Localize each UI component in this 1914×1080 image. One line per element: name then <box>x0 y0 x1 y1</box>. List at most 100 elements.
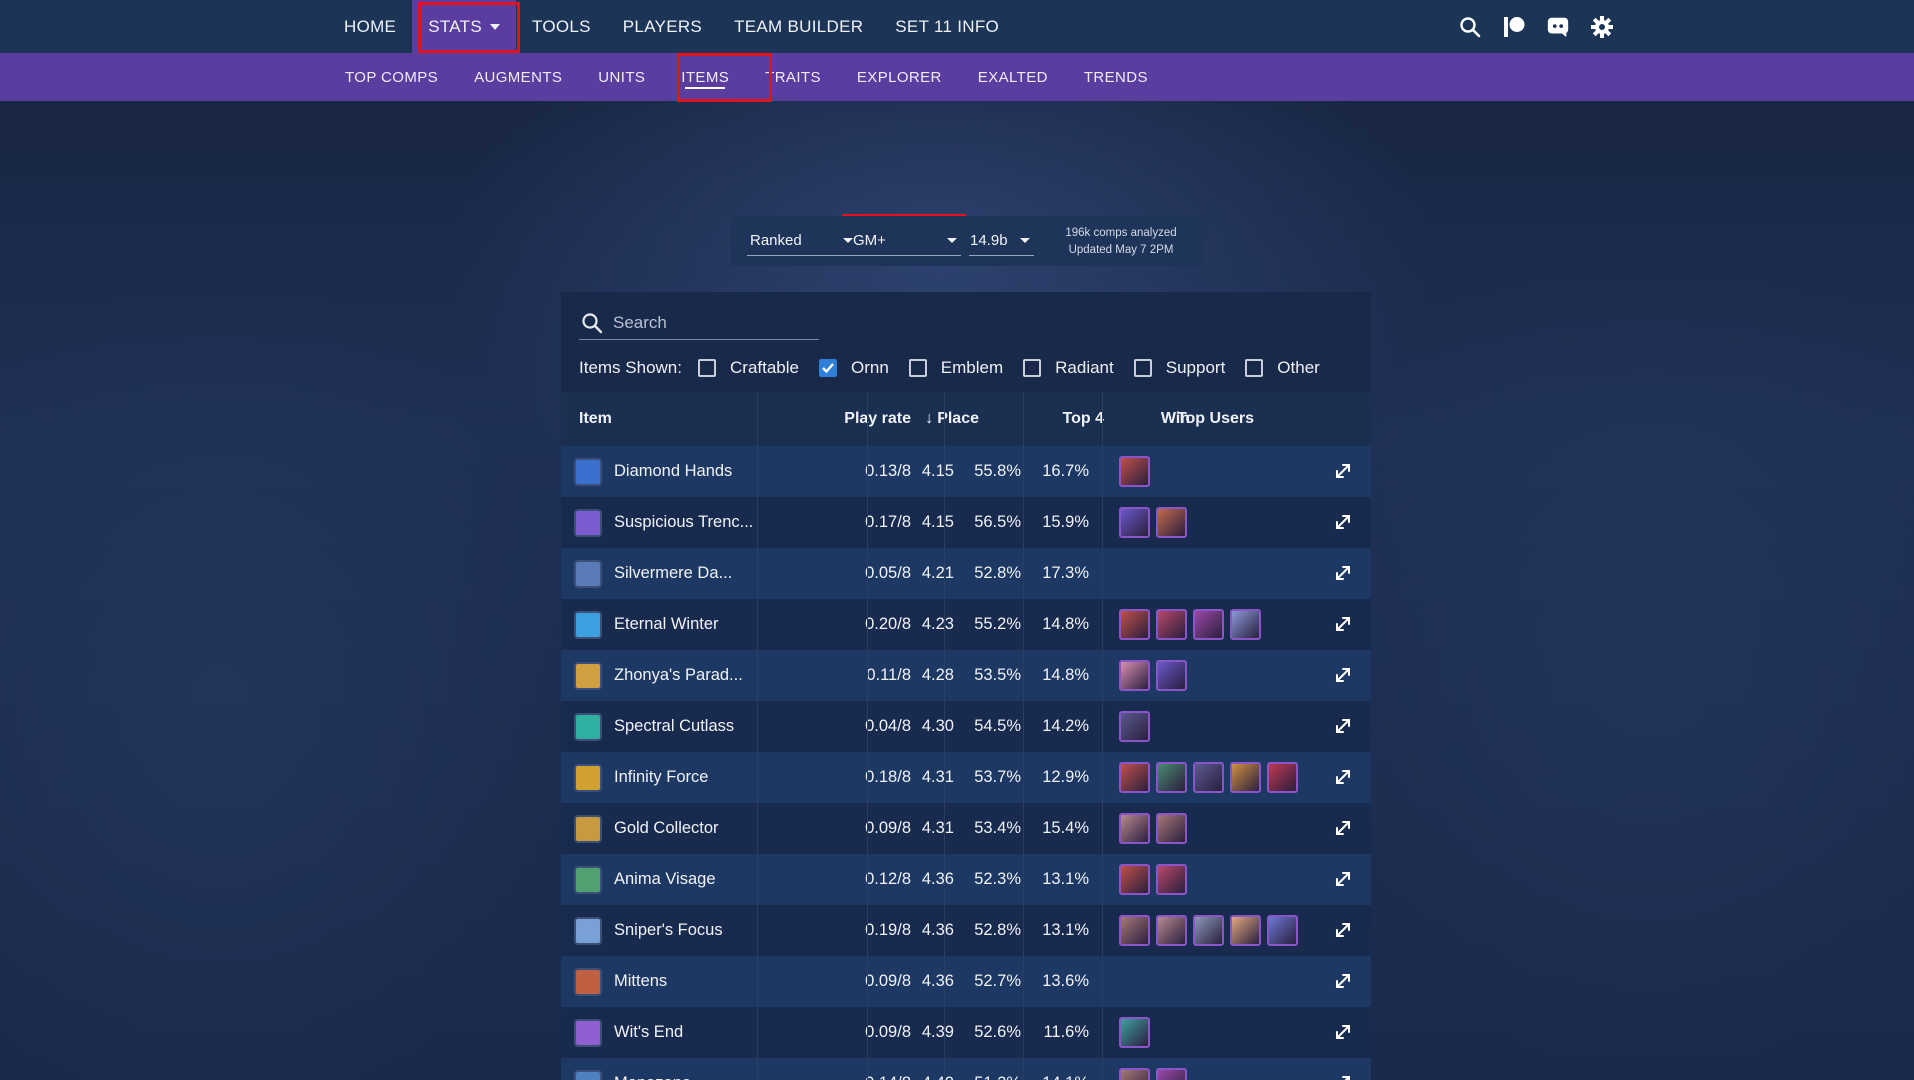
queue-select[interactable]: Ranked <box>747 226 857 256</box>
top4-rate: 55.8% <box>974 462 1021 480</box>
checkbox[interactable] <box>698 359 716 377</box>
champion-icon[interactable] <box>1119 711 1150 742</box>
expand-icon[interactable] <box>1333 716 1353 736</box>
filter-support[interactable]: Support <box>1133 358 1225 378</box>
champion-icon[interactable] <box>1156 915 1187 946</box>
table-row[interactable]: Manazane0.14/84.4051.2%14.1% <box>561 1058 1371 1080</box>
champion-icon[interactable] <box>1193 609 1224 640</box>
champion-icon[interactable] <box>1267 762 1298 793</box>
top4-rate: 52.8% <box>974 564 1021 582</box>
nav-item-set-11-info[interactable]: SET 11 INFO <box>879 0 1015 53</box>
discord-icon[interactable] <box>1546 15 1570 39</box>
champion-icon[interactable] <box>1119 915 1150 946</box>
champion-icon[interactable] <box>1156 660 1187 691</box>
subnav-item-explorer[interactable]: EXPLORER <box>839 53 960 101</box>
filter-emblem[interactable]: Emblem <box>908 358 1003 378</box>
champion-icon[interactable] <box>1156 813 1187 844</box>
champion-icon[interactable] <box>1230 762 1261 793</box>
champion-icon[interactable] <box>1119 1017 1150 1048</box>
column-divider <box>1023 392 1024 1080</box>
champion-icon[interactable] <box>1119 864 1150 895</box>
table-row[interactable]: Silvermere Da... 0.05/8 4.21 52.8% 17.3% <box>561 548 1371 599</box>
expand-icon[interactable] <box>1333 512 1353 532</box>
patch-select[interactable]: 14.9b <box>969 226 1034 256</box>
settings-gear-icon[interactable] <box>1590 15 1614 39</box>
search-input[interactable] <box>613 310 813 336</box>
expand-icon[interactable] <box>1333 1022 1353 1042</box>
col-place[interactable]: ↓ Place <box>867 392 989 446</box>
champion-icon[interactable] <box>1156 762 1187 793</box>
checkbox[interactable] <box>1133 359 1152 377</box>
nav-item-players[interactable]: PLAYERS <box>607 0 718 53</box>
champion-icon[interactable] <box>1119 660 1150 691</box>
champion-icon[interactable] <box>1119 813 1150 844</box>
expand-icon[interactable] <box>1333 563 1353 583</box>
item-name: Eternal Winter <box>614 615 719 633</box>
filter-craftable[interactable]: Craftable <box>698 358 799 378</box>
expand-icon[interactable] <box>1333 665 1353 685</box>
table-row[interactable]: Wit's End 0.09/8 4.39 52.6% 11.6% <box>561 1007 1371 1058</box>
champion-icon[interactable] <box>1156 507 1187 538</box>
subnav-item-items[interactable]: ITEMS <box>663 53 747 101</box>
nav-item-label: SET 11 INFO <box>895 16 1000 36</box>
avg-place: 4.15 <box>921 513 954 531</box>
subnav-item-trends[interactable]: TRENDS <box>1066 53 1166 101</box>
patreon-icon[interactable] <box>1502 15 1526 39</box>
expand-icon[interactable] <box>1333 614 1353 634</box>
item-name: Wit's End <box>614 1023 684 1041</box>
champion-icon[interactable] <box>1193 762 1224 793</box>
checkbox[interactable] <box>908 359 927 377</box>
col-item[interactable]: Item <box>579 392 612 446</box>
item-cell: Eternal Winter <box>574 599 759 650</box>
champion-icon[interactable] <box>1193 915 1224 946</box>
expand-icon[interactable] <box>1333 1073 1353 1080</box>
filter-radiant[interactable]: Radiant <box>1023 358 1114 378</box>
expand-icon[interactable] <box>1333 869 1353 889</box>
nav-item-stats[interactable]: STATS <box>412 0 516 53</box>
checkbox-checked[interactable] <box>818 359 837 377</box>
table-row[interactable]: Eternal Winter 0.20/8 4.23 55.2% 14.8% <box>561 599 1371 650</box>
table-row[interactable]: Suspicious Trenc... 0.17/8 4.15 56.5% 15.9% <box>561 497 1371 548</box>
champion-icon[interactable] <box>1267 915 1298 946</box>
nav-item-home[interactable]: HOME <box>328 0 412 53</box>
nav-item-tools[interactable]: TOOLS <box>516 0 607 53</box>
rank-select[interactable]: GM+ <box>851 226 961 256</box>
table-row[interactable]: Sniper's Focus 0.19/8 4.36 52.8% 13.1% <box>561 905 1371 956</box>
search-icon[interactable] <box>1458 15 1482 39</box>
champion-icon[interactable] <box>1156 864 1187 895</box>
table-row[interactable]: Infinity Force 0.18/8 4.31 53.7% 12.9% <box>561 752 1371 803</box>
expand-icon[interactable] <box>1333 818 1353 838</box>
table-row[interactable]: Gold Collector 0.09/8 4.31 53.4% 15.4% <box>561 803 1371 854</box>
subnav-item-top-comps[interactable]: TOP COMPS <box>327 53 456 101</box>
table-row[interactable]: Zhonya's Parad... 0.11/8 4.28 53.5% 14.8% <box>561 650 1371 701</box>
champion-icon[interactable] <box>1119 507 1150 538</box>
champion-icon[interactable] <box>1119 1068 1150 1080</box>
champion-icon[interactable] <box>1230 915 1261 946</box>
checkbox[interactable] <box>1023 359 1042 377</box>
subnav-item-augments[interactable]: AUGMENTS <box>456 53 580 101</box>
table-row[interactable]: Anima Visage 0.12/8 4.36 52.3% 13.1% <box>561 854 1371 905</box>
expand-icon[interactable] <box>1333 920 1353 940</box>
champion-icon[interactable] <box>1230 609 1261 640</box>
filter-ornn[interactable]: Ornn <box>818 358 889 378</box>
subnav-item-units[interactable]: UNITS <box>580 53 663 101</box>
champion-icon[interactable] <box>1119 609 1150 640</box>
champion-icon[interactable] <box>1119 456 1150 487</box>
expand-icon[interactable] <box>1333 971 1353 991</box>
checkbox[interactable] <box>1245 359 1264 377</box>
chevron-down-icon <box>947 238 957 243</box>
table-row[interactable]: Spectral Cutlass 0.04/8 4.30 54.5% 14.2% <box>561 701 1371 752</box>
table-row[interactable]: Diamond Hands 0.13/8 4.15 55.8% 16.7% <box>561 446 1371 497</box>
col-top4[interactable]: Top 4 <box>1006 392 1106 446</box>
expand-icon[interactable] <box>1333 767 1353 787</box>
champion-icon[interactable] <box>1156 1068 1187 1080</box>
champion-icon[interactable] <box>1119 762 1150 793</box>
subnav-item-exalted[interactable]: EXALTED <box>960 53 1066 101</box>
nav-item-team-builder[interactable]: TEAM BUILDER <box>718 0 879 53</box>
filter-other[interactable]: Other <box>1245 358 1320 378</box>
subnav-item-traits[interactable]: TRAITS <box>747 53 839 101</box>
table-row[interactable]: Mittens 0.09/8 4.36 52.7% 13.6% <box>561 956 1371 1007</box>
expand-icon[interactable] <box>1333 461 1353 481</box>
champion-icon[interactable] <box>1156 609 1187 640</box>
sub-nav: TOP COMPS AUGMENTS UNITS ITEMS TRAITS EXPLORE… <box>0 53 1914 101</box>
